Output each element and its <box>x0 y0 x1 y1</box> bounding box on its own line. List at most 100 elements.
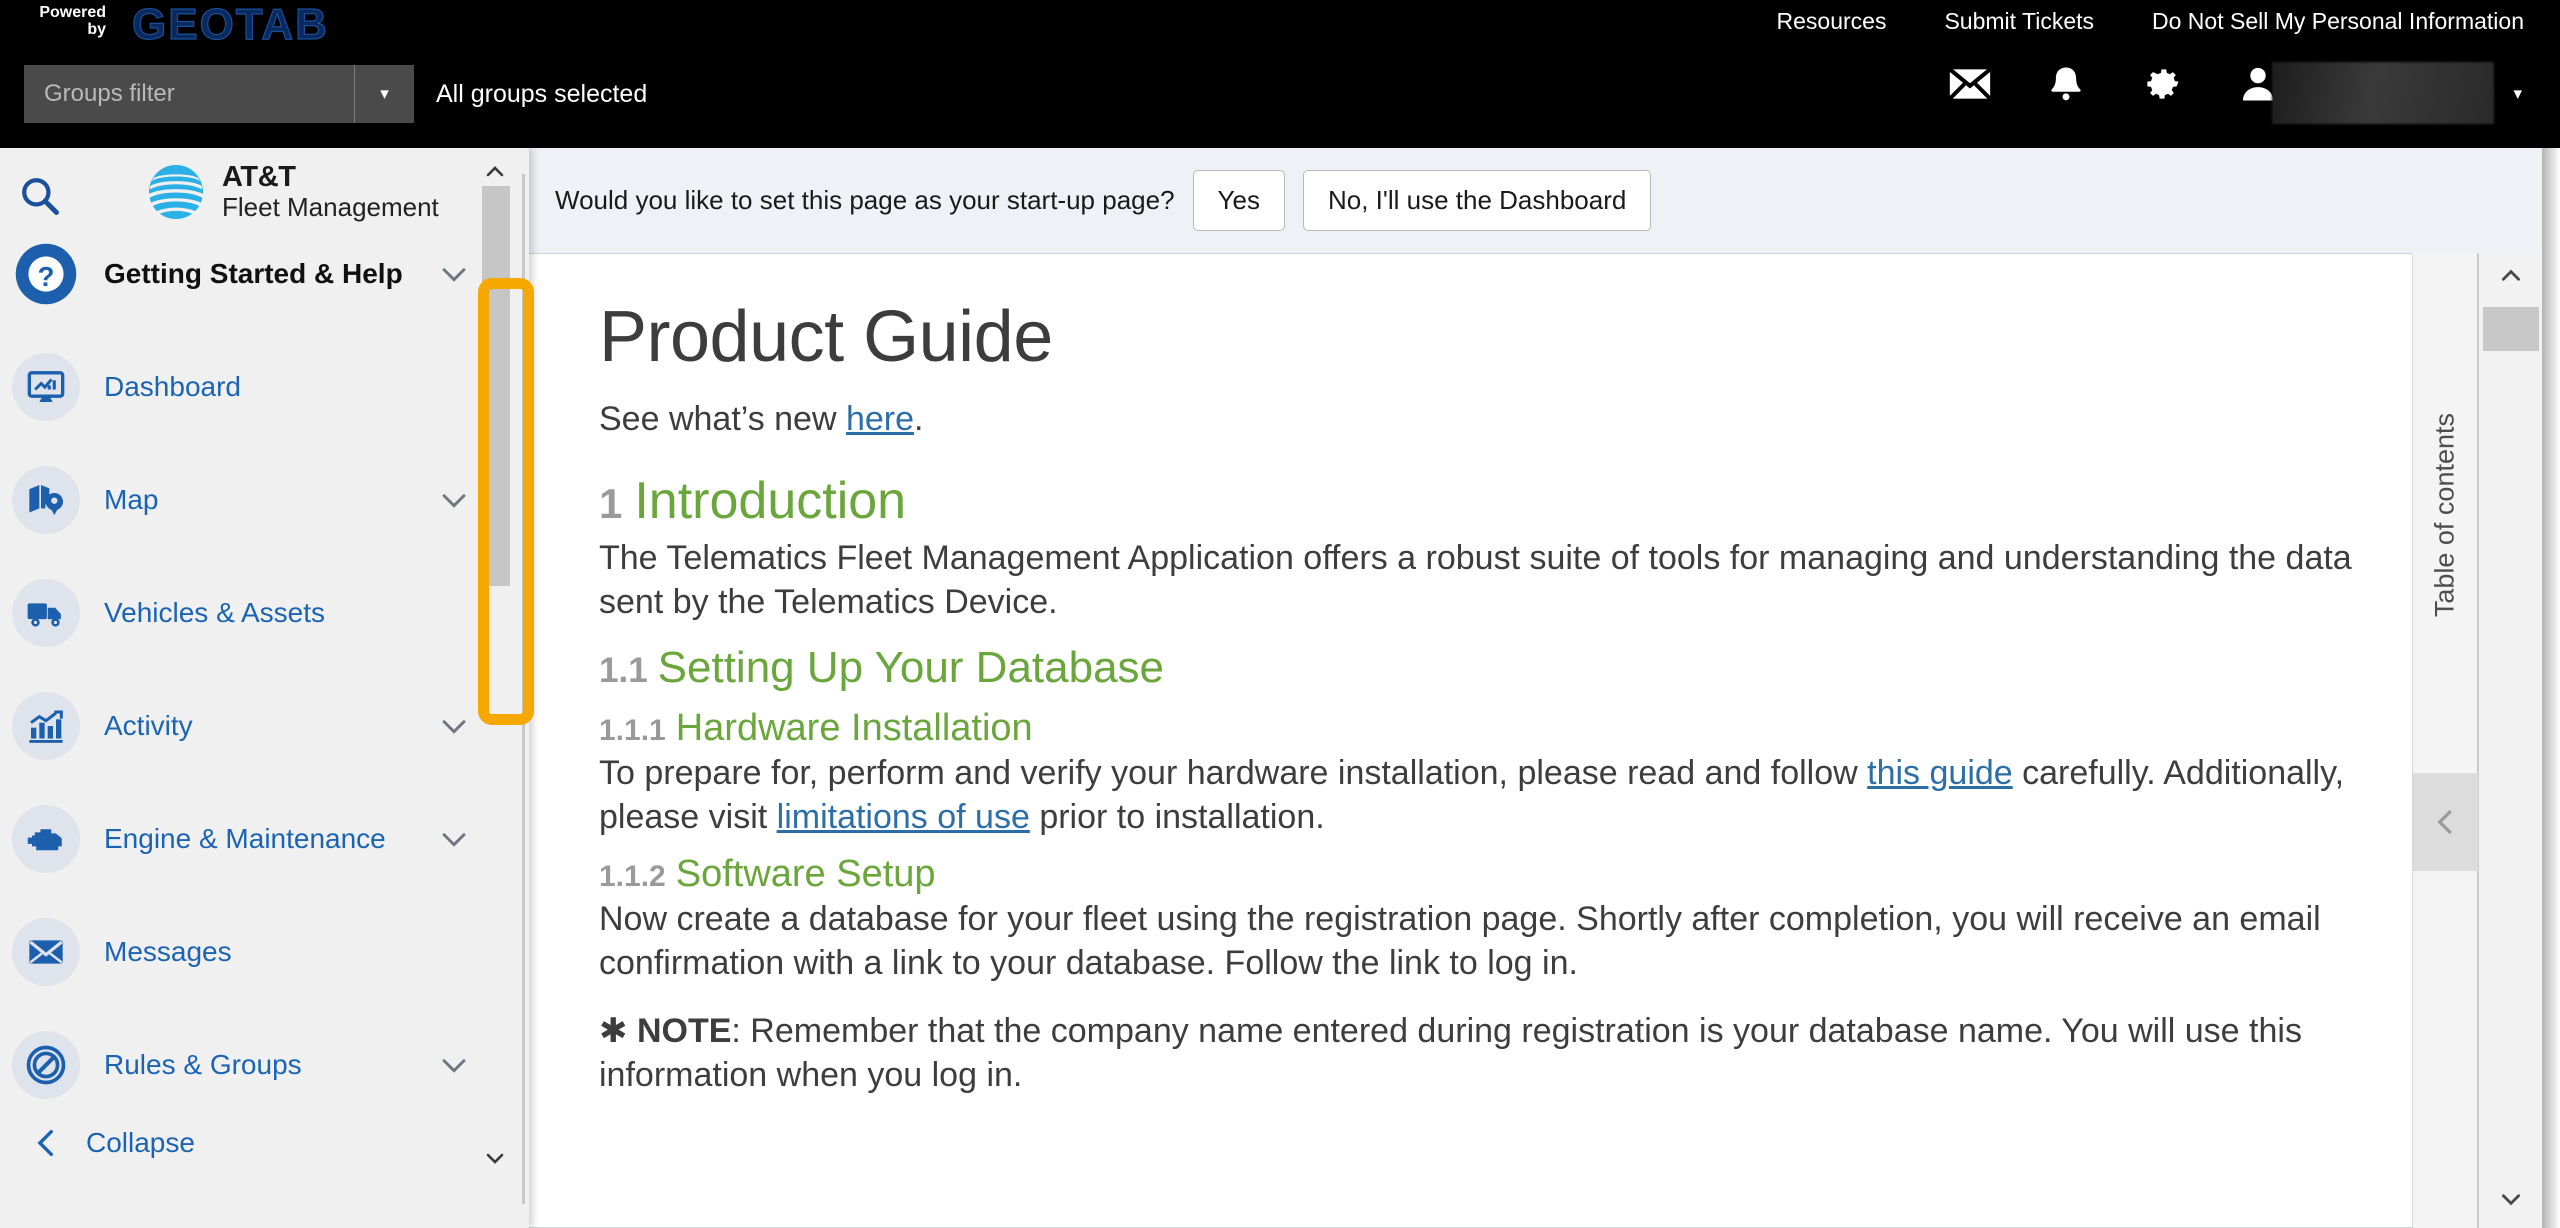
this-guide-link[interactable]: this guide <box>1867 754 2013 792</box>
chevron-down-icon[interactable] <box>437 709 471 743</box>
sidebar-item-vehicles-assets[interactable]: Vehicles & Assets <box>0 579 489 647</box>
sidebar-item-dashboard[interactable]: Dashboard <box>0 353 489 421</box>
sidebar-item-label: Vehicles & Assets <box>104 597 326 628</box>
powered-line1: Powered <box>39 4 106 21</box>
gear-icon[interactable] <box>2140 62 2184 106</box>
geotab-logo: GEOTAB <box>131 0 329 50</box>
table-of-contents-label: Table of contents <box>2429 413 2460 618</box>
product-guide-document: Product Guide See what’s new here. 1 Intr… <box>529 253 2478 1228</box>
scroll-down-arrow-icon[interactable] <box>481 1146 509 1170</box>
link-do-not-sell[interactable]: Do Not Sell My Personal Information <box>2152 8 2524 35</box>
att-logo-text: AT&T Fleet Management <box>222 161 439 223</box>
section-1-1-1-paragraph: To prepare for, perform and verify your … <box>599 752 2407 840</box>
section-title: Setting Up Your Database <box>657 642 1165 692</box>
startup-no-button[interactable]: No, I'll use the Dashboard <box>1302 170 1652 231</box>
section-1-1-2-paragraph: Now create a database for your fleet usi… <box>599 900 2321 983</box>
envelope-icon <box>12 918 80 986</box>
section-number: 1 <box>599 480 623 527</box>
powered-by-label: Powered by <box>28 4 106 38</box>
sidebar-scroll-track <box>522 174 525 1204</box>
main-content: Would you like to set this page as your … <box>529 148 2560 1228</box>
see-whats-new-line: See what’s new here. <box>599 400 2407 439</box>
no-entry-icon <box>12 1031 80 1099</box>
section-title: Software Setup <box>675 853 936 896</box>
sidebar-nav: ? Getting Started & Help Dashboard Map V… <box>0 240 489 1160</box>
sidebar: AT&T Fleet Management ? Getting Started … <box>0 148 529 1228</box>
see-whats-new-link[interactable]: here <box>846 400 914 438</box>
att-fleet-logo: AT&T Fleet Management <box>146 161 439 223</box>
sidebar-scrollbar[interactable] <box>479 148 511 1228</box>
section-title: Introduction <box>634 472 907 530</box>
question-circle-icon: ? <box>12 240 80 308</box>
att-globe-icon <box>148 164 204 219</box>
sidebar-item-getting-started[interactable]: ? Getting Started & Help <box>0 240 489 308</box>
section-heading-1-1-2: 1.1.2 Software Setup <box>599 853 2407 896</box>
startup-yes-button[interactable]: Yes <box>1192 170 1285 231</box>
top-links: Resources Submit Tickets Do Not Sell My … <box>1777 8 2524 35</box>
chevron-down-icon[interactable] <box>437 257 471 291</box>
note-label: NOTE <box>636 1012 732 1051</box>
sidebar-item-activity[interactable]: Activity <box>0 692 489 760</box>
page-scrollbar[interactable] <box>2478 253 2542 1228</box>
map-pin-icon <box>12 466 80 534</box>
startup-prompt-question: Would you like to set this page as your … <box>555 185 1175 215</box>
logo-line-att: AT&T <box>222 161 296 193</box>
chevron-down-icon[interactable] <box>437 822 471 856</box>
sidebar-item-messages[interactable]: Messages <box>0 918 489 986</box>
section-title: Hardware Installation <box>675 706 1033 749</box>
window-right-edge <box>2542 148 2560 1228</box>
section-number: 1.1.2 <box>599 860 666 894</box>
sidebar-item-label: Map <box>104 484 159 515</box>
startup-page-prompt: Would you like to set this page as your … <box>529 148 2560 253</box>
toc-expand-button[interactable] <box>2413 773 2479 871</box>
para-part-1: To prepare for, perform and verify your … <box>599 753 1868 792</box>
powered-line2: by <box>87 21 106 38</box>
link-submit-tickets[interactable]: Submit Tickets <box>1944 8 2094 35</box>
chevron-down-icon[interactable] <box>437 1048 471 1082</box>
scroll-up-arrow-icon[interactable] <box>481 160 509 184</box>
note-text: : Remember that the company name entered… <box>599 1012 2302 1095</box>
limitations-of-use-link[interactable]: limitations of use <box>777 798 1030 836</box>
svg-text:?: ? <box>38 261 55 292</box>
link-resources[interactable]: Resources <box>1777 8 1887 35</box>
sidebar-item-label: Activity <box>104 710 193 741</box>
bar-chart-icon <box>12 692 80 760</box>
sidebar-item-label: Rules & Groups <box>104 1049 302 1080</box>
page-scroll-thumb[interactable] <box>2483 307 2539 351</box>
groups-filter[interactable]: ▾ <box>24 65 414 123</box>
engine-icon <box>12 805 80 873</box>
groups-status-label: All groups selected <box>436 80 648 108</box>
sidebar-scroll-thumb[interactable] <box>482 186 510 586</box>
groups-filter-dropdown-icon[interactable]: ▾ <box>354 65 414 123</box>
section-heading-1: 1 Introduction <box>599 471 2407 531</box>
table-of-contents-rail: Table of contents <box>2412 253 2479 1228</box>
chevron-left-icon <box>37 1129 53 1157</box>
asterisk-icon: ✱ <box>599 1012 628 1051</box>
top-icon-row <box>1948 62 2280 106</box>
sidebar-item-label: Dashboard <box>104 371 241 402</box>
section-heading-1-1-1: 1.1.1 Hardware Installation <box>599 707 2407 750</box>
logo-line-fleet: Fleet Management <box>222 192 439 223</box>
top-bar: Powered by GEOTAB Resources Submit Ticke… <box>0 0 2560 148</box>
see-whats-new-prefix: See what’s new <box>599 400 846 438</box>
chevron-down-icon[interactable] <box>437 483 471 517</box>
see-whats-new-suffix: . <box>914 400 924 438</box>
groups-filter-input[interactable] <box>24 65 354 123</box>
page-title: Product Guide <box>599 297 1053 377</box>
sidebar-item-map[interactable]: Map <box>0 466 489 534</box>
sidebar-item-label: Messages <box>104 936 232 967</box>
section-number: 1.1.1 <box>599 713 666 747</box>
mail-icon[interactable] <box>1948 62 1992 106</box>
sidebar-item-label: Engine & Maintenance <box>104 823 386 854</box>
sidebar-item-rules-groups[interactable]: Rules & Groups <box>0 1031 489 1099</box>
scroll-down-arrow-icon[interactable] <box>2496 1186 2526 1212</box>
scroll-up-arrow-icon[interactable] <box>2496 263 2526 289</box>
user-name-redacted[interactable] <box>2272 62 2494 124</box>
section-heading-1-1: 1.1 Setting Up Your Database <box>599 643 2407 693</box>
sidebar-item-engine-maintenance[interactable]: Engine & Maintenance <box>0 805 489 873</box>
sidebar-collapse-button[interactable]: Collapse <box>0 1126 489 1160</box>
bell-icon[interactable] <box>2044 62 2088 106</box>
user-menu-caret-icon[interactable]: ▾ <box>2513 84 2522 104</box>
sidebar-collapse-label: Collapse <box>86 1127 195 1158</box>
search-icon[interactable] <box>18 174 62 218</box>
